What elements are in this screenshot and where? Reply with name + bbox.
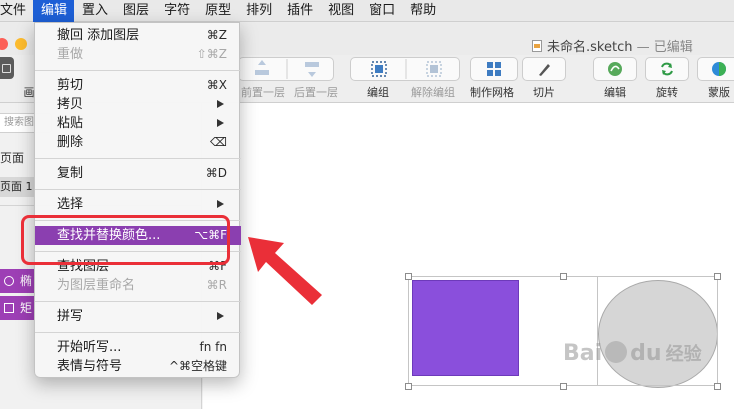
- menubar-item-edit[interactable]: 编辑: [33, 0, 75, 22]
- submenu-arrow-icon: [217, 100, 224, 108]
- edit-menu-dropdown: 撤回 添加图层 ⌘Z 重做 ⇧⌘Z 剪切 ⌘X 拷贝 粘贴 删除 ⌫ 复制 ⌘D 选择 查…: [34, 22, 241, 378]
- baidu-paw-icon: [605, 341, 628, 363]
- rotate-button[interactable]: [645, 57, 689, 81]
- menu-item-rename-layer[interactable]: 为图层重命名 ⌘R: [35, 276, 241, 295]
- menubar-item-text[interactable]: 字符: [156, 0, 197, 22]
- bring-forward-label: 前置一层: [241, 86, 285, 99]
- ungroup-label: 解除编组: [411, 86, 455, 99]
- send-backward-label: 后置一层: [294, 86, 338, 99]
- document-status: — 已编辑: [636, 40, 693, 55]
- annotation-arrow-icon: [248, 237, 322, 305]
- slice-button[interactable]: [522, 57, 566, 81]
- selection-divider: [597, 276, 598, 386]
- menu-item-select[interactable]: 选择: [35, 195, 241, 214]
- page-item[interactable]: 页面 1: [0, 177, 34, 197]
- menu-separator: [35, 70, 241, 71]
- window-controls: [0, 38, 27, 50]
- rectangle-layer-icon: [4, 303, 14, 313]
- menu-item-redo[interactable]: 重做 ⇧⌘Z: [35, 45, 241, 64]
- menu-item-duplicate[interactable]: 复制 ⌘D: [35, 164, 241, 183]
- resize-handle-top-right[interactable]: [714, 273, 721, 280]
- menu-item-start-dictation[interactable]: 开始听写... fn fn: [35, 338, 241, 357]
- annotation-highlight-box: [21, 215, 230, 265]
- layer-item-rectangle[interactable]: 矩: [0, 296, 34, 320]
- menubar-item-plugins[interactable]: 插件: [279, 0, 320, 22]
- edit-button[interactable]: [593, 57, 637, 81]
- mask-button[interactable]: [697, 57, 734, 81]
- menu-separator: [35, 158, 241, 159]
- sketch-document-icon: [532, 40, 542, 52]
- selection-bounds: [408, 276, 718, 386]
- resize-handle-top-middle[interactable]: [560, 273, 567, 280]
- menu-item-spelling[interactable]: 拼写: [35, 307, 241, 326]
- resize-handle-bottom-left[interactable]: [405, 383, 412, 390]
- insert-button[interactable]: [0, 57, 14, 79]
- menu-item-copy[interactable]: 拷贝: [35, 95, 241, 114]
- edit-shape-icon: [608, 62, 622, 76]
- slice-label: 切片: [533, 86, 555, 99]
- menubar-item-file[interactable]: 文件: [0, 0, 33, 22]
- close-window-button[interactable]: [0, 38, 8, 50]
- menu-item-paste[interactable]: 粘贴: [35, 114, 241, 133]
- menubar-item-view[interactable]: 视图: [320, 0, 361, 22]
- submenu-arrow-icon: [217, 119, 224, 127]
- menubar-item-arrange[interactable]: 排列: [238, 0, 279, 22]
- menubar-item-layer[interactable]: 图层: [115, 0, 156, 22]
- rotate-icon: [661, 62, 673, 76]
- resize-handle-bottom-right[interactable]: [714, 383, 721, 390]
- group-ungroup-icon[interactable]: [351, 57, 459, 81]
- mask-icon: [712, 62, 726, 76]
- menu-separator: [35, 332, 241, 333]
- menu-separator: [35, 301, 241, 302]
- menubar-item-window[interactable]: 窗口: [361, 0, 402, 22]
- make-grid-button[interactable]: [470, 57, 518, 81]
- layer-order-button-group: [238, 57, 334, 81]
- menu-item-cut[interactable]: 剪切 ⌘X: [35, 76, 241, 95]
- make-grid-label: 制作网格: [470, 86, 514, 99]
- rotate-label: 旋转: [656, 86, 678, 99]
- layer-item-oval[interactable]: 椭: [0, 269, 34, 293]
- baidu-watermark: Bai du 经验: [563, 341, 702, 366]
- menu-item-undo[interactable]: 撤回 添加图层 ⌘Z: [35, 26, 241, 45]
- menu-item-emoji-symbols[interactable]: 表情与符号 ^⌘空格键: [35, 357, 241, 376]
- group-button-group: [350, 57, 460, 81]
- menu-separator: [35, 189, 241, 190]
- menubar-item-prototype[interactable]: 原型: [197, 0, 238, 22]
- group-label: 编组: [367, 86, 389, 99]
- menu-bar: 文件 编辑 置入 图层 字符 原型 排列 插件 视图 窗口 帮助: [0, 0, 734, 22]
- resize-handle-bottom-middle[interactable]: [560, 383, 567, 390]
- mask-label: 蒙版: [708, 86, 730, 99]
- document-title: 未命名.sketch — 已编辑: [532, 36, 693, 55]
- menubar-item-help[interactable]: 帮助: [402, 0, 443, 22]
- submenu-arrow-icon: [217, 200, 224, 208]
- menu-item-delete[interactable]: 删除 ⌫: [35, 133, 241, 152]
- toolbar-label-partial: 画: [23, 86, 35, 99]
- menubar-item-insert[interactable]: 置入: [74, 0, 115, 22]
- grid-icon: [487, 62, 501, 76]
- oval-layer-icon: [4, 276, 14, 286]
- submenu-arrow-icon: [217, 312, 224, 320]
- pages-header: 页面: [0, 151, 25, 165]
- minimize-window-button[interactable]: [15, 38, 27, 50]
- delete-key-icon: ⌫: [210, 135, 227, 149]
- slice-knife-icon: [539, 64, 550, 76]
- edit-label: 编辑: [604, 86, 626, 99]
- forward-backward-icon[interactable]: [239, 57, 333, 81]
- resize-handle-top-left[interactable]: [405, 273, 412, 280]
